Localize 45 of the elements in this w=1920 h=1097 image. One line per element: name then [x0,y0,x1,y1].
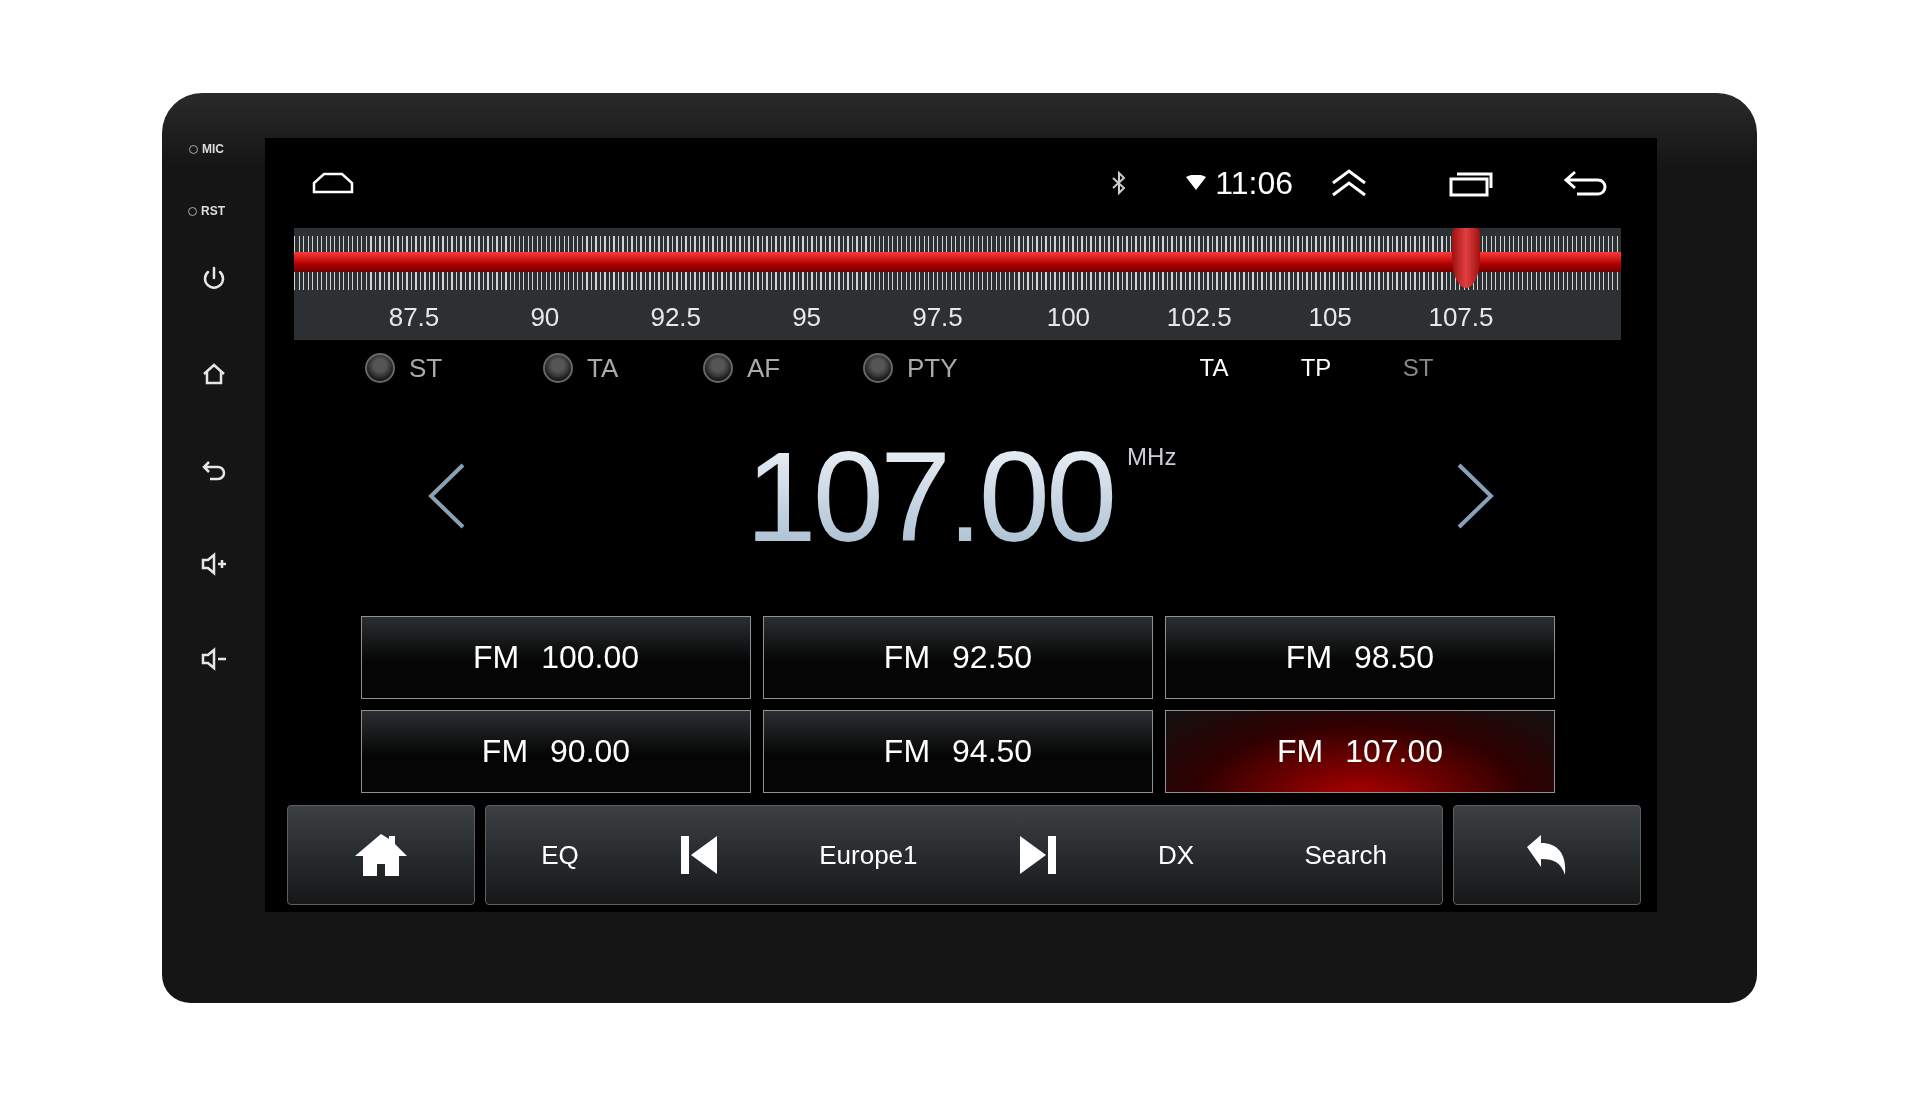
skip-next-icon[interactable] [1017,834,1058,876]
frequency-dial[interactable]: 87.5 90 92.5 95 97.5 100 102.5 105 107.5 [294,228,1621,340]
preset-button[interactable]: FM 92.50 [763,616,1153,699]
radio-button[interactable] [365,353,395,383]
home-icon[interactable] [312,172,354,194]
clock-time: 11:06 [1215,164,1293,202]
scale-label: 87.5 [387,302,441,333]
dx-button[interactable]: DX [1148,831,1205,879]
option-label: ST [409,352,443,384]
scale-label: 105 [1307,302,1353,333]
preset-button[interactable]: FM 100.00 [361,616,751,699]
radio-button[interactable] [543,353,573,383]
preset-button[interactable]: FM 98.50 [1165,616,1555,699]
bezel-label: RST [201,204,225,218]
home-button[interactable] [287,805,475,905]
slider-thumb[interactable] [1451,228,1480,288]
scale-label: 107.5 [1427,302,1495,333]
bezel-label: MIC [202,142,224,156]
back-icon[interactable] [1563,169,1609,197]
home-icon [353,832,409,878]
frequency-unit: MHz [1127,442,1177,471]
radio-button[interactable] [863,353,893,383]
scale-label: 102.5 [1165,302,1233,333]
option-label: PTY [907,352,958,384]
bluetooth-icon [1111,171,1128,195]
preset-button[interactable]: FM 107.00 [1165,710,1555,793]
status-indicator: ST [1401,354,1435,382]
radio-button[interactable] [703,353,733,383]
back-button[interactable] [1453,805,1641,905]
option-label: TA [587,352,619,384]
scale-label: 100 [1045,302,1092,333]
scale-label: 90 [529,302,561,333]
skip-previous-icon[interactable] [678,834,719,876]
preset-button[interactable]: FM 94.50 [763,710,1153,793]
preset-name-button[interactable]: Europe1 [809,831,928,879]
preset-button[interactable]: FM 90.00 [361,710,751,793]
status-indicator: TP [1299,354,1333,382]
scale-label: 92.5 [649,302,703,333]
option-label: AF [747,352,781,384]
status-indicator: TA [1198,354,1230,382]
eq-button[interactable]: EQ [531,831,589,879]
wifi-icon [1185,175,1208,191]
search-button[interactable]: Search [1294,831,1397,879]
scale-label: 97.5 [911,302,964,333]
scale-label: 95 [791,302,823,333]
